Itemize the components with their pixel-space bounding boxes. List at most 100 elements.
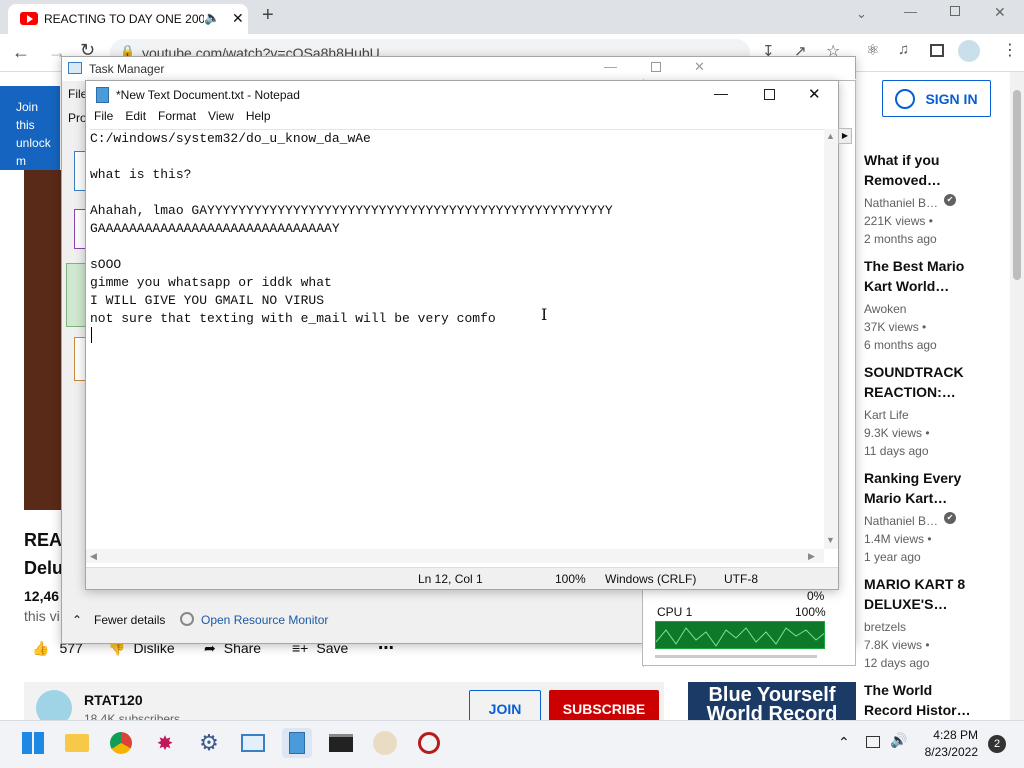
tm-scroll-right-icon[interactable]: ▶ xyxy=(838,128,852,144)
status-cursor-position: Ln 12, Col 1 xyxy=(418,572,483,586)
scroll-up-icon[interactable]: ▲ xyxy=(826,131,835,141)
close-browser-icon[interactable]: ✕ xyxy=(994,4,1006,21)
menu-file[interactable]: File xyxy=(94,109,113,129)
taskbar-chrome[interactable] xyxy=(106,728,136,758)
menu-help[interactable]: Help xyxy=(246,109,271,129)
recommendation-title: Ranking Every xyxy=(864,470,962,486)
recommendation-item[interactable]: MARIO KART 8 DELUXE'S… bretzels 7.8K views … xyxy=(864,574,994,672)
taskbar-settings[interactable]: ⚙ xyxy=(194,728,224,758)
notification-badge[interactable]: 2 xyxy=(988,735,1006,753)
recommendation-title: REACTION:… xyxy=(864,384,956,400)
text-line: what is this? xyxy=(90,167,192,182)
text-line xyxy=(90,238,824,256)
channel-name[interactable]: RTAT120 xyxy=(84,692,143,708)
media-control-icon[interactable]: ♫ xyxy=(898,41,909,58)
profile-avatar[interactable] xyxy=(958,40,980,62)
banner-line: Join this xyxy=(16,100,39,132)
paint-icon: ✸ xyxy=(156,732,174,755)
scroll-right-icon[interactable]: ▶ xyxy=(808,551,815,562)
video-player[interactable] xyxy=(24,170,64,510)
chart-icon xyxy=(241,734,265,752)
taskbar-notepad[interactable] xyxy=(282,728,312,758)
recommendation-item[interactable]: The World Record Histor… xyxy=(864,680,994,724)
notepad-icon xyxy=(289,732,305,754)
recommendation-item[interactable]: The Best Mario Kart World… Awoken 37K views… xyxy=(864,256,994,354)
clock-time[interactable]: 4:28 PM xyxy=(930,728,978,742)
tab-audio-icon[interactable]: 🔈 xyxy=(204,10,220,26)
tab-title: REACTING TO DAY ONE 200… xyxy=(44,12,204,26)
recommendation-item[interactable]: Ranking Every Mario Kart… Nathaniel B… ✔ 1.4… xyxy=(864,468,994,566)
tab-play-icon xyxy=(27,15,33,23)
member-banner[interactable]: Join this unlock m perks xyxy=(0,86,60,170)
notepad-app-icon xyxy=(96,87,109,103)
scroll-left-icon[interactable]: ◀ xyxy=(90,551,97,562)
page-scrollbar[interactable] xyxy=(1010,72,1024,720)
recommendation-title: Kart World… xyxy=(864,278,950,294)
join-label: JOIN xyxy=(488,701,522,717)
recommendation-age: 11 days ago xyxy=(864,444,929,458)
account-icon xyxy=(895,88,916,109)
show-hidden-icons-icon[interactable]: ⌃ xyxy=(838,734,850,751)
status-line-ending: Windows (CRLF) xyxy=(605,572,697,586)
title-line: REA xyxy=(24,530,63,550)
taskbar-file-explorer[interactable] xyxy=(62,728,92,758)
recommendation-views: 1.4M views • xyxy=(864,532,932,546)
recommendation-title: Record Histor… xyxy=(864,702,971,718)
back-arrow-icon[interactable]: ← xyxy=(12,42,30,63)
notepad-minimize-icon[interactable]: — xyxy=(714,85,728,101)
horizontal-scrollbar[interactable]: ◀ ▶ xyxy=(86,549,824,563)
recommendation-item[interactable]: SOUNDTRACK REACTION:… Kart Life 9.3K views … xyxy=(864,362,994,460)
taskbar-anime-app[interactable] xyxy=(370,728,400,758)
tab-search-icon[interactable]: ⌄ xyxy=(856,6,867,22)
minimize-browser-icon[interactable]: — xyxy=(904,4,917,19)
tm-tab-processes[interactable]: Pro xyxy=(68,111,87,125)
volume-icon[interactable]: 🔊 xyxy=(890,732,907,749)
clock-date[interactable]: 8/23/2022 xyxy=(918,745,978,759)
menu-edit[interactable]: Edit xyxy=(125,109,146,129)
vertical-scrollbar[interactable]: ▲ ▼ xyxy=(824,129,838,549)
collapse-up-icon[interactable]: ⌃ xyxy=(72,613,82,627)
recommendation-item[interactable]: What if you Removed… Nathaniel B… ✔ 221K vie… xyxy=(864,150,994,248)
tm-minimize-icon[interactable]: — xyxy=(604,59,617,74)
browser-menu-icon[interactable]: ⋮ xyxy=(1002,40,1018,60)
resource-monitor-icon xyxy=(180,612,194,626)
taskbar-task-manager[interactable] xyxy=(238,728,268,758)
text-line xyxy=(90,148,824,166)
extensions-icon[interactable]: ⚛ xyxy=(866,41,879,59)
notepad-maximize-icon[interactable] xyxy=(764,89,775,100)
open-resource-monitor-link[interactable]: Open Resource Monitor xyxy=(201,613,328,627)
text-line: Ahahah, lmao GAYYYYYYYYYYYYYYYYYYYYYYYYY… xyxy=(90,203,613,218)
notepad-window[interactable]: *New Text Document.txt - Notepad — ✕ Fil… xyxy=(85,80,839,590)
i-beam-cursor-icon: I xyxy=(541,305,548,324)
scrollbar-thumb[interactable] xyxy=(1013,90,1021,280)
recommendation-title: The Best Mario xyxy=(864,258,965,274)
cpu-panel-scrollbar[interactable] xyxy=(655,655,817,658)
browser-tab[interactable]: REACTING TO DAY ONE 200… 🔈 ✕ xyxy=(8,4,248,34)
restore-browser-icon[interactable] xyxy=(950,6,960,16)
side-panel-icon[interactable] xyxy=(930,44,944,57)
sign-in-button[interactable]: SIGN IN xyxy=(882,80,991,117)
taskbar-app-red[interactable] xyxy=(414,728,444,758)
scroll-down-icon[interactable]: ▼ xyxy=(826,535,835,545)
start-button[interactable] xyxy=(18,728,48,758)
tm-maximize-icon[interactable] xyxy=(651,62,661,72)
recommendation-channel: bretzels xyxy=(864,620,907,634)
task-manager-titlebar: Task Manager — ✕ xyxy=(62,57,855,81)
text-line: sOOO xyxy=(90,257,122,272)
chrome-icon xyxy=(110,732,132,754)
verified-check-icon: ✔ xyxy=(944,194,956,206)
taskbar-paint[interactable]: ✸ xyxy=(150,728,180,758)
recommendation-age: 1 year ago xyxy=(864,550,921,564)
notepad-close-icon[interactable]: ✕ xyxy=(808,85,821,103)
notepad-titlebar[interactable]: *New Text Document.txt - Notepad — ✕ xyxy=(86,81,838,109)
menu-view[interactable]: View xyxy=(208,109,234,129)
tm-close-icon[interactable]: ✕ xyxy=(694,59,705,75)
new-tab-icon[interactable]: + xyxy=(262,4,274,27)
recommendation-title: Removed… xyxy=(864,172,942,188)
network-icon[interactable] xyxy=(866,736,880,748)
notepad-text-area[interactable]: C:/windows/system32/do_u_know_da_wAe what… xyxy=(90,129,824,549)
tab-close-icon[interactable]: ✕ xyxy=(232,10,244,27)
menu-format[interactable]: Format xyxy=(158,109,196,129)
fewer-details-link[interactable]: Fewer details xyxy=(94,613,165,627)
taskbar-command-prompt[interactable] xyxy=(326,728,356,758)
